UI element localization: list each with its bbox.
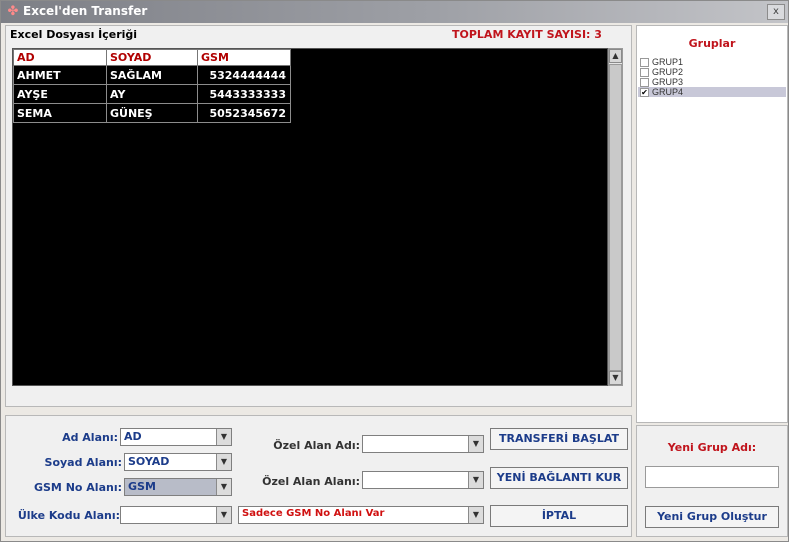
gsm-field-select[interactable]: GSM ▼	[124, 478, 232, 496]
ozel-alan-alani-label: Özel Alan Alanı:	[262, 475, 360, 488]
group-checklist[interactable]: GRUP1 GRUP2 GRUP3 ✔ GRUP4	[638, 57, 786, 97]
group-label: GRUP4	[652, 87, 684, 97]
total-record-count: TOPLAM KAYIT SAYISI: 3	[452, 28, 602, 41]
chevron-down-icon[interactable]: ▼	[468, 436, 483, 452]
cell-gsm[interactable]: 5443333333	[197, 84, 291, 104]
soyad-field-value: SOYAD	[128, 455, 170, 468]
title-bar[interactable]: ✤ Excel'den Transfer x	[1, 1, 788, 23]
cell-ad[interactable]: AHMET	[13, 65, 107, 85]
excel-content-label: Excel Dosyası İçeriği	[10, 28, 138, 41]
scroll-thumb[interactable]	[609, 64, 622, 371]
ad-field-value: AD	[124, 430, 142, 443]
ulke-kodu-field-select[interactable]: ▼	[120, 506, 232, 524]
new-connection-button[interactable]: YENİ BAĞLANTI KUR	[490, 467, 628, 489]
table-row[interactable]: AYŞE AY 5443333333	[13, 84, 291, 104]
cancel-button[interactable]: İPTAL	[490, 505, 628, 527]
close-button[interactable]: x	[767, 4, 785, 20]
create-group-button[interactable]: Yeni Grup Oluştur	[645, 506, 779, 528]
chevron-down-icon[interactable]: ▼	[468, 507, 483, 523]
column-header-soyad[interactable]: SOYAD	[106, 49, 198, 66]
group-label: GRUP2	[652, 67, 684, 77]
ad-field-label: Ad Alanı:	[62, 431, 118, 444]
app-icon: ✤	[7, 4, 19, 19]
cell-gsm[interactable]: 5324444444	[197, 65, 291, 85]
groups-title: Gruplar	[688, 37, 736, 50]
cell-ad[interactable]: SEMA	[13, 103, 107, 123]
chevron-down-icon[interactable]: ▼	[468, 472, 483, 488]
group-item-selected[interactable]: ✔ GRUP4	[638, 87, 786, 97]
group-checkbox[interactable]	[640, 57, 649, 67]
cell-gsm[interactable]: 5052345672	[197, 103, 291, 123]
cell-ad[interactable]: AYŞE	[13, 84, 107, 104]
chevron-down-icon[interactable]: ▼	[216, 479, 231, 495]
new-group-name-input[interactable]	[645, 466, 779, 488]
ozel-alan-adi-select[interactable]: ▼	[362, 435, 484, 453]
ad-field-select[interactable]: AD ▼	[120, 428, 232, 446]
new-group-label: Yeni Grup Adı:	[667, 441, 757, 454]
cell-soyad[interactable]: GÜNEŞ	[106, 103, 198, 123]
group-checkbox[interactable]	[640, 77, 649, 87]
ozel-alan-adi-label: Özel Alan Adı:	[273, 439, 360, 452]
gsm-field-value: GSM	[128, 480, 156, 493]
group-label: GRUP3	[652, 77, 684, 87]
group-item[interactable]: GRUP1	[638, 57, 786, 67]
cell-soyad[interactable]: SAĞLAM	[106, 65, 198, 85]
grid-vertical-scrollbar[interactable]: ▲ ▼	[608, 48, 623, 386]
column-header-ad[interactable]: AD	[13, 49, 107, 66]
ulke-kodu-field-label: Ülke Kodu Alanı:	[17, 509, 120, 522]
data-table: AD SOYAD GSM AHMET SAĞLAM 5324444444 AYŞ…	[13, 49, 291, 123]
cell-soyad[interactable]: AY	[106, 84, 198, 104]
start-transfer-button[interactable]: TRANSFERİ BAŞLAT	[490, 428, 628, 450]
group-checkbox-checked[interactable]: ✔	[640, 87, 649, 97]
scroll-up-arrow-icon[interactable]: ▲	[609, 49, 622, 63]
transfer-mode-select[interactable]: Sadece GSM No Alanı Var ▼	[238, 506, 484, 524]
group-item[interactable]: GRUP2	[638, 67, 786, 77]
group-checkbox[interactable]	[640, 67, 649, 77]
soyad-field-select[interactable]: SOYAD ▼	[124, 453, 232, 471]
transfer-mode-value: Sadece GSM No Alanı Var	[242, 508, 385, 519]
chevron-down-icon[interactable]: ▼	[216, 507, 231, 523]
column-header-gsm[interactable]: GSM	[197, 49, 291, 66]
gsm-field-label: GSM No Alanı:	[33, 481, 122, 494]
ozel-alan-alani-select[interactable]: ▼	[362, 471, 484, 489]
window-title: Excel'den Transfer	[23, 4, 148, 18]
scroll-down-arrow-icon[interactable]: ▼	[609, 371, 622, 385]
soyad-field-label: Soyad Alanı:	[44, 456, 122, 469]
table-row[interactable]: AHMET SAĞLAM 5324444444	[13, 65, 291, 85]
table-row[interactable]: SEMA GÜNEŞ 5052345672	[13, 103, 291, 123]
excel-data-grid[interactable]: AD SOYAD GSM AHMET SAĞLAM 5324444444 AYŞ…	[12, 48, 608, 386]
group-item[interactable]: GRUP3	[638, 77, 786, 87]
chevron-down-icon[interactable]: ▼	[216, 454, 231, 470]
chevron-down-icon[interactable]: ▼	[216, 429, 231, 445]
group-label: GRUP1	[652, 57, 684, 67]
table-header-row: AD SOYAD GSM	[13, 49, 291, 66]
